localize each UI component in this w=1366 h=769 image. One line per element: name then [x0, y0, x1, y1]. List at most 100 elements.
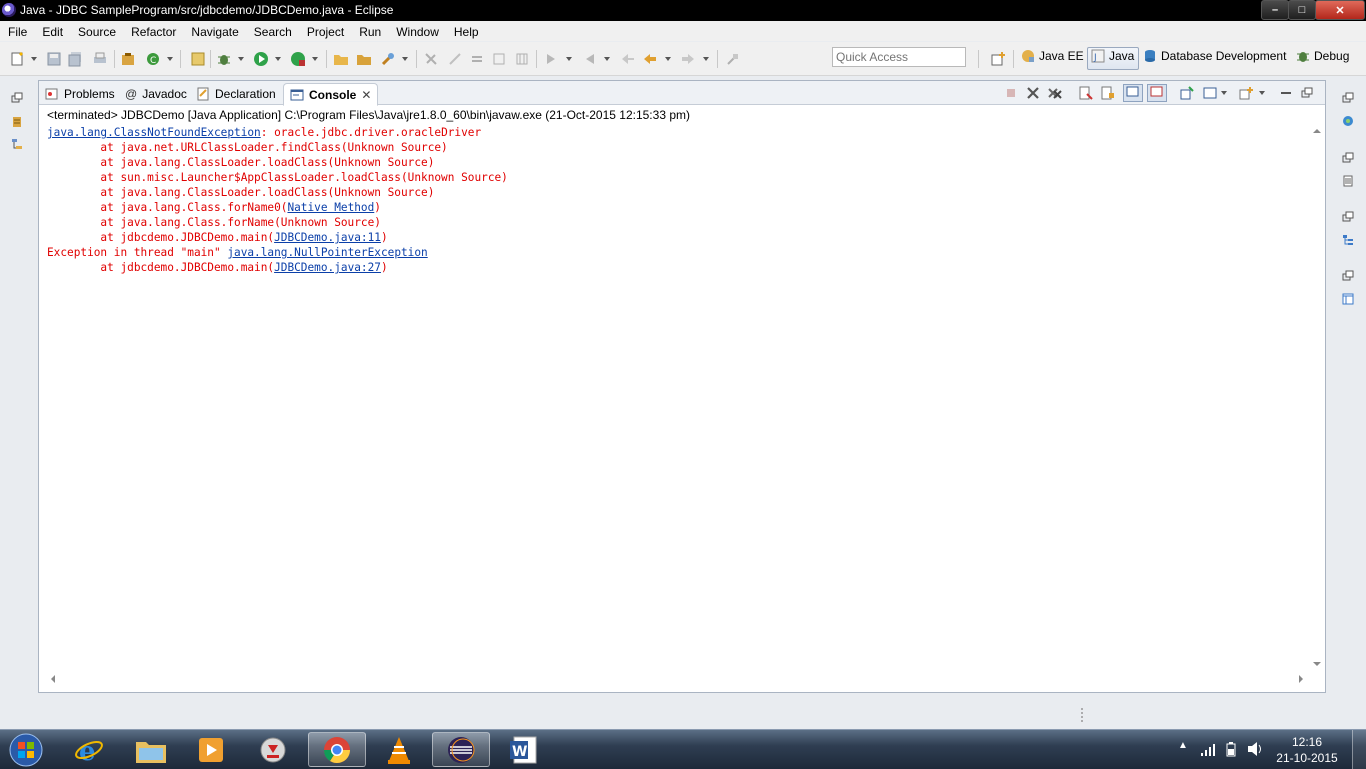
clear-console-icon[interactable] [1079, 86, 1093, 100]
new-class-dropdown-icon[interactable] [167, 57, 173, 61]
search-icon[interactable] [380, 51, 396, 67]
close-tab-icon[interactable]: ✕ [361, 88, 371, 102]
toggle-block-selection-icon[interactable] [447, 51, 463, 67]
taskbar-internet-explorer[interactable]: e [62, 732, 116, 767]
console-stacktrace-link[interactable]: Native Method [287, 201, 374, 214]
restore-icon[interactable] [1342, 270, 1354, 282]
save-icon[interactable] [46, 51, 62, 67]
pin-console-icon[interactable] [1180, 86, 1194, 100]
battery-icon[interactable] [1224, 741, 1238, 757]
display-console-dropdown-icon[interactable] [1221, 91, 1227, 95]
task-list-icon[interactable] [1342, 115, 1354, 127]
console-stacktrace-link[interactable]: java.lang.ClassNotFoundException [47, 126, 261, 139]
previous-annotation-dropdown-icon[interactable] [604, 57, 610, 61]
remove-launch-icon[interactable] [1026, 86, 1040, 100]
volume-icon[interactable] [1246, 741, 1264, 757]
remove-all-terminated-icon[interactable] [1048, 86, 1062, 100]
taskbar-word[interactable]: W [496, 732, 550, 767]
new-dropdown-icon[interactable] [31, 57, 37, 61]
open-type-icon[interactable] [190, 51, 206, 67]
tab-declaration[interactable]: Declaration [196, 84, 276, 104]
network-signal-icon[interactable] [1200, 743, 1216, 757]
display-selected-console-icon[interactable] [1203, 86, 1217, 100]
console-output[interactable]: java.lang.ClassNotFoundException: oracle… [47, 125, 1307, 665]
show-console-on-stdout-icon[interactable] [1123, 84, 1143, 102]
system-clock[interactable]: 12:16 21-10-2015 [1276, 734, 1338, 766]
tab-javadoc[interactable]: @ Javadoc [125, 84, 187, 104]
close-button[interactable]: ✕ [1315, 0, 1365, 20]
taskbar-chrome[interactable] [308, 732, 366, 767]
search-dropdown-icon[interactable] [402, 57, 408, 61]
restore-icon[interactable] [1342, 92, 1354, 104]
previous-annotation-icon[interactable] [582, 51, 598, 67]
taskbar-media-player[interactable] [184, 732, 238, 767]
scroll-down-arrow-icon[interactable] [1313, 662, 1321, 666]
terminate-icon[interactable] [1004, 86, 1018, 100]
perspective-java[interactable]: J Java [1091, 49, 1134, 63]
back-dropdown-icon[interactable] [665, 57, 671, 61]
menu-run[interactable]: Run [351, 21, 388, 41]
perspective-debug[interactable]: Debug [1296, 49, 1349, 63]
horizontal-scrollbar[interactable] [47, 672, 1307, 686]
toggle-breadcrumb-icon[interactable] [491, 51, 507, 67]
menu-window[interactable]: Window [388, 21, 446, 41]
run-icon[interactable] [253, 51, 269, 67]
print-icon[interactable] [92, 51, 108, 67]
back-icon[interactable] [642, 51, 658, 67]
taskbar-eclipse[interactable] [432, 732, 490, 767]
open-perspective-icon[interactable] [990, 51, 1006, 67]
console-stacktrace-link[interactable]: java.lang.NullPointerException [227, 246, 427, 259]
debug-icon[interactable] [216, 51, 232, 67]
window-view-icon[interactable] [1342, 293, 1354, 305]
maximize-button[interactable]: □ [1288, 0, 1316, 20]
pin-editor-icon[interactable] [725, 51, 741, 67]
tab-console[interactable]: Console ✕ [283, 83, 379, 106]
type-hierarchy-icon[interactable] [11, 138, 23, 150]
menu-file[interactable]: File [0, 21, 34, 41]
restore-icon[interactable] [1342, 211, 1354, 223]
external-tools-icon[interactable] [290, 51, 306, 67]
external-tools-dropdown-icon[interactable] [312, 57, 318, 61]
next-annotation-icon[interactable] [543, 51, 559, 67]
quick-access-input[interactable] [832, 47, 966, 67]
console-stacktrace-link[interactable]: JDBCDemo.java:11 [274, 231, 381, 244]
taskbar-file-explorer[interactable] [124, 732, 178, 767]
taskbar-download-manager[interactable] [246, 732, 300, 767]
new-java-class-icon[interactable]: C [145, 51, 161, 67]
restore-icon[interactable] [1342, 152, 1354, 164]
show-whitespace-icon[interactable] [469, 51, 485, 67]
scroll-left-arrow-icon[interactable] [51, 675, 55, 683]
taskbar-vlc[interactable] [372, 732, 426, 767]
show-desktop-button[interactable] [1352, 730, 1366, 769]
open-folder-icon[interactable] [333, 51, 349, 67]
new-java-package-icon[interactable] [120, 51, 136, 67]
menu-help[interactable]: Help [446, 21, 486, 41]
menu-navigate[interactable]: Navigate [183, 21, 245, 41]
scroll-right-arrow-icon[interactable] [1299, 675, 1303, 683]
next-annotation-dropdown-icon[interactable] [566, 57, 572, 61]
menu-source[interactable]: Source [70, 21, 123, 41]
eclipse-app-icon[interactable] [2, 3, 16, 17]
vertical-scrollbar[interactable] [1310, 125, 1324, 670]
open-console-dropdown-icon[interactable] [1259, 91, 1265, 95]
tab-problems[interactable]: Problems [45, 84, 115, 104]
package-explorer-icon[interactable] [11, 116, 23, 128]
show-console-on-stderr-icon[interactable] [1147, 84, 1167, 102]
console-stacktrace-link[interactable]: JDBCDemo.java:27 [274, 261, 381, 274]
menu-edit[interactable]: Edit [34, 21, 70, 41]
last-edit-location-icon[interactable] [620, 51, 636, 67]
hierarchy-view-icon[interactable] [1342, 234, 1354, 246]
maximize-view-icon[interactable] [1300, 86, 1314, 100]
minimize-view-icon[interactable] [1279, 86, 1293, 100]
forward-dropdown-icon[interactable] [703, 57, 709, 61]
toggle-mark-occurrences-icon[interactable] [423, 51, 439, 67]
perspective-java-ee[interactable]: Java EE [1021, 49, 1084, 63]
perspective-database-development[interactable]: Database Development [1143, 49, 1286, 63]
scroll-lock-icon[interactable] [1101, 86, 1115, 100]
start-button[interactable] [0, 732, 52, 767]
run-dropdown-icon[interactable] [275, 57, 281, 61]
save-all-icon[interactable] [68, 51, 84, 67]
show-source-icon[interactable] [514, 51, 530, 67]
scroll-up-arrow-icon[interactable] [1313, 129, 1321, 133]
menu-refactor[interactable]: Refactor [123, 21, 183, 41]
